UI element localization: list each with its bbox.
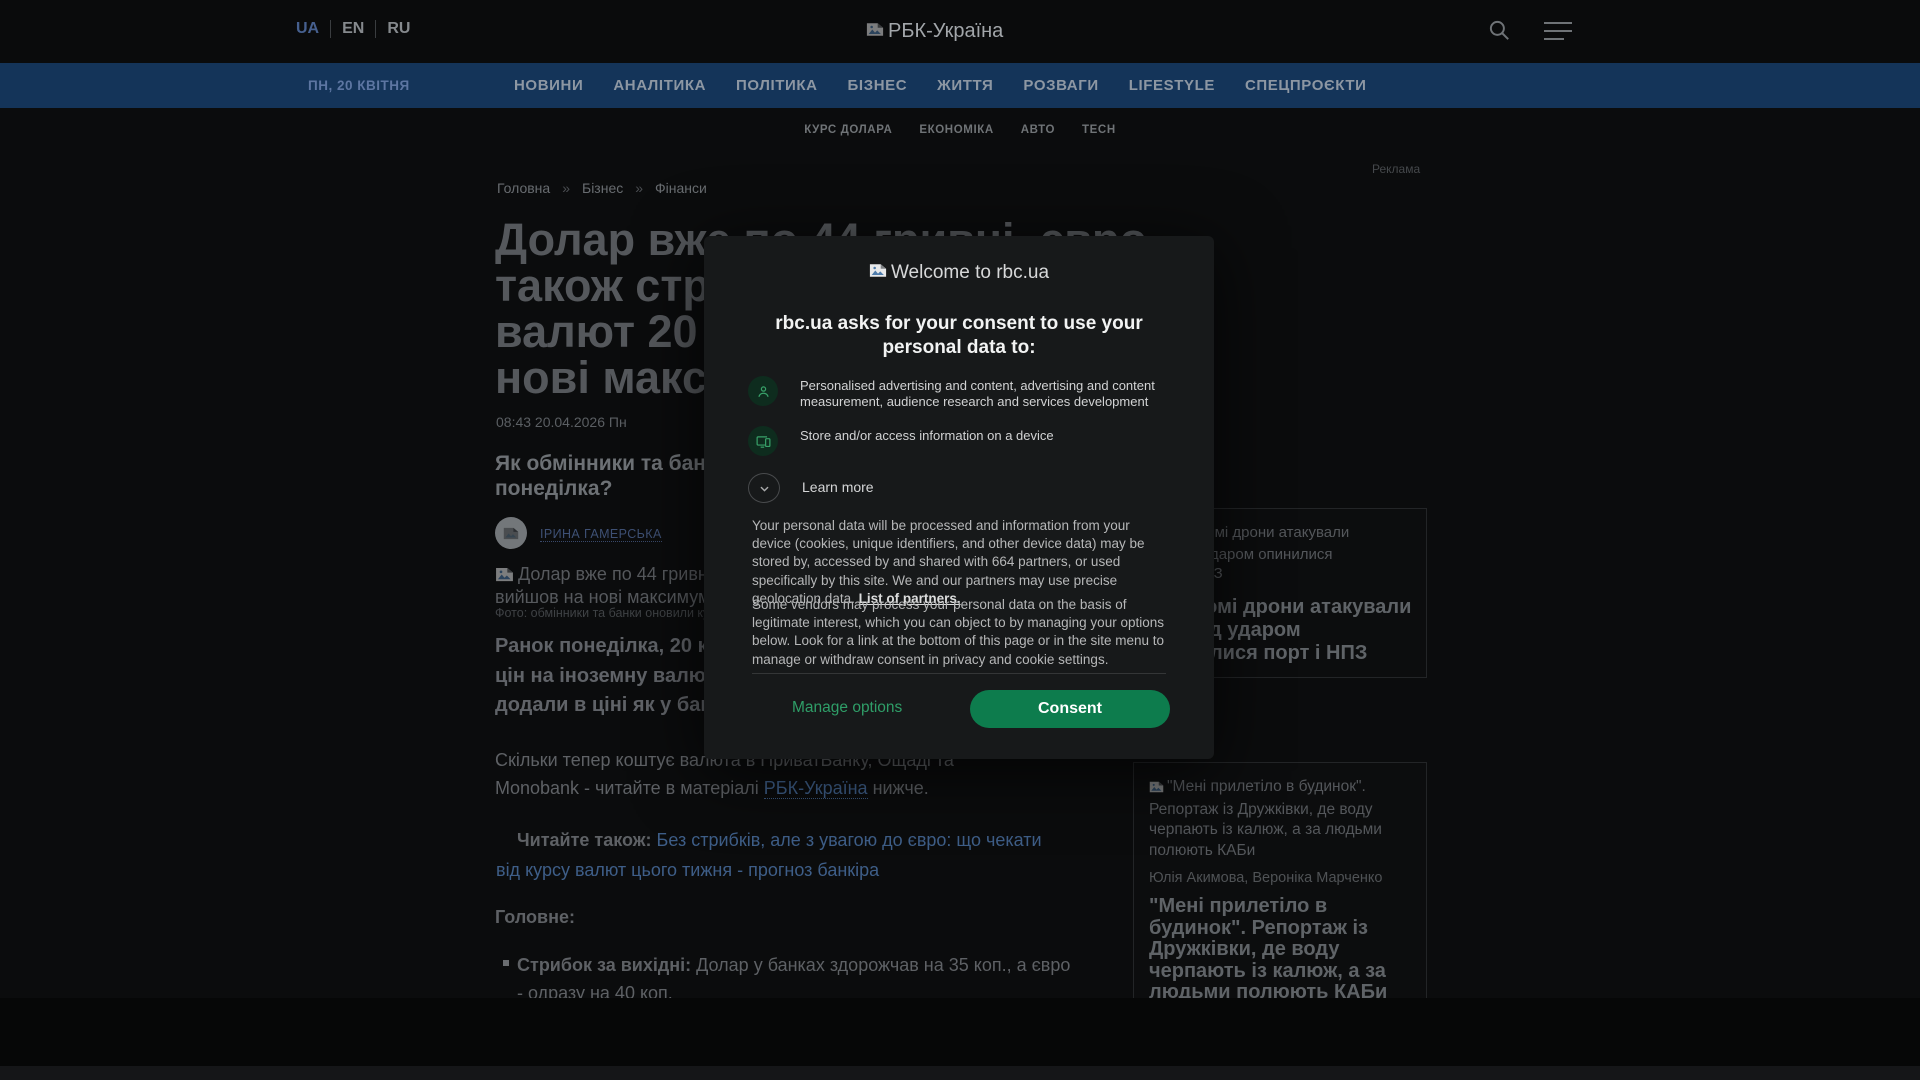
rbc-ukraine-link[interactable]: РБК-Україна — [763, 778, 868, 799]
breadcrumb-finansy[interactable]: Фінанси — [655, 180, 707, 196]
consent-heading: rbc.ua asks for your consent to use your… — [775, 313, 1143, 358]
author-avatar — [495, 517, 527, 549]
purpose-text: Personalised advertising and content, ad… — [800, 378, 1155, 409]
consent-button[interactable]: Consent — [970, 690, 1170, 728]
nav-items: НОВИНИ АНАЛІТИКА ПОЛІТИКА БІЗНЕС ЖИТТЯ Р… — [514, 63, 1367, 108]
top-header: UA EN RU РБК-Україна — [0, 0, 1920, 63]
card-title[interactable]: "Мені прилетіло в будинок". Репортаж із … — [1149, 895, 1411, 1004]
bullet-marker — [503, 960, 509, 966]
learn-more-link[interactable]: Learn more — [802, 473, 874, 495]
nav-item-rozvahy[interactable]: РОЗВАГИ — [1023, 77, 1098, 94]
read-also-line: від курсу валют цього тижня - прогноз ба… — [496, 857, 879, 885]
breadcrumb-home[interactable]: Головна — [497, 180, 550, 196]
breadcrumb-separator: » — [635, 180, 644, 196]
subnav-tech[interactable]: TECH — [1082, 124, 1116, 136]
lang-en[interactable]: EN — [331, 20, 375, 38]
devices-icon — [748, 426, 778, 456]
search-icon[interactable] — [1486, 17, 1512, 43]
breadcrumb-separator: » — [562, 180, 570, 196]
main-navigation: ПН, 20 КВІТНЯ НОВИНИ АНАЛІТИКА ПОЛІТИКА … — [0, 63, 1920, 108]
subnav-avto[interactable]: АВТО — [1021, 124, 1055, 136]
purpose-text: Store and/or access information on a dev… — [800, 428, 1054, 443]
consent-welcome: Welcome to rbc.ua — [704, 262, 1214, 284]
broken-image-icon — [869, 262, 887, 284]
nav-item-polityka[interactable]: ПОЛІТИКА — [736, 77, 818, 94]
breadcrumb-biznes[interactable]: Бізнес — [582, 180, 623, 196]
lang-ua[interactable]: UA — [296, 20, 330, 38]
nav-item-lifestyle[interactable]: LIFESTYLE — [1129, 77, 1215, 94]
read-also-label: Читайте також: — [517, 830, 652, 850]
card-image-placeholder: "Мені прилетіло в будинок". Репортаж із … — [1149, 777, 1411, 861]
divider — [752, 673, 1166, 674]
bullet-bold: Стрибок за вихідні: — [517, 955, 692, 975]
nav-item-analityka[interactable]: АНАЛІТИКА — [613, 77, 706, 94]
purpose-item: Personalised advertising and content, ad… — [748, 376, 1174, 409]
consent-dialog: Welcome to rbc.ua rbc.ua asks for your c… — [704, 236, 1214, 759]
menu-icon[interactable] — [1544, 22, 1572, 40]
card-authors: Юлія Акимова, Вероніка Марченко — [1149, 870, 1383, 886]
consent-paragraph-2: Some vendors may process your personal d… — [752, 597, 1164, 667]
purpose-item: Store and/or access information on a dev… — [748, 426, 1174, 456]
paragraph-text: Monobank - читайте в матеріалі — [495, 778, 764, 798]
article-timestamp: 08:43 20.04.2026 Пн — [496, 414, 627, 430]
subnav-ekonomika[interactable]: ЕКОНОМІКА — [919, 124, 993, 136]
broken-image-icon — [495, 566, 514, 587]
read-also-link[interactable]: від курсу валют цього тижня - прогноз ба… — [496, 860, 879, 880]
nav-item-biznes[interactable]: БІЗНЕС — [848, 77, 908, 94]
subnav-kurs-dolara[interactable]: КУРС ДОЛАРА — [804, 124, 892, 136]
consent-purposes: Personalised advertising and content, ad… — [748, 376, 1174, 520]
consent-paragraph-1: Your personal data will be processed and… — [752, 517, 1168, 608]
breadcrumb: Головна » Бізнес » Фінанси — [497, 180, 707, 196]
learn-more-row: Learn more — [748, 473, 1174, 503]
site-logo[interactable]: РБК-Україна — [866, 20, 1003, 43]
sub-navigation: КУРС ДОЛАРА ЕКОНОМІКА АВТО TECH — [0, 108, 1920, 152]
nav-item-novyny[interactable]: НОВИНИ — [514, 77, 583, 94]
author-link[interactable]: ІРИНА ГАМЕРСЬКА — [540, 527, 662, 542]
manage-options-button[interactable]: Manage options — [792, 699, 902, 717]
main-points-label: Головне: — [495, 907, 575, 927]
nav-item-zhyttia[interactable]: ЖИТТЯ — [937, 77, 993, 94]
card-image-alt: "Мені прилетіло в будинок". Репортаж із … — [1149, 778, 1382, 859]
broken-image-icon — [866, 20, 884, 43]
footer-strip — [0, 1066, 1920, 1080]
read-also-link[interactable]: Без стрибків, але з увагою до євро: що ч… — [652, 830, 1042, 850]
nav-item-spetsproekty[interactable]: СПЕЦПРОЄКТИ — [1245, 77, 1367, 94]
person-icon — [748, 376, 778, 406]
consent-welcome-text: Welcome to rbc.ua — [890, 262, 1050, 283]
article-paragraph-line: Monobank - читайте в матеріалі РБК-Украї… — [495, 775, 929, 803]
rbc-ua-page: UA EN RU РБК-Україна ПН, 20 КВІТНЯ НОВИН… — [0, 0, 1920, 1080]
read-also-line: Читайте також: Без стрибків, але з уваго… — [517, 827, 1042, 855]
language-switcher: UA EN RU — [296, 20, 421, 38]
paragraph-text: нижче. — [867, 778, 929, 798]
lang-ru[interactable]: RU — [376, 20, 421, 38]
broken-image-icon — [1149, 779, 1164, 800]
chevron-down-icon[interactable] — [748, 473, 780, 503]
footer-band — [0, 998, 1920, 1066]
logo-alt-text: РБК-Україна — [888, 20, 1004, 42]
ad-label: Реклама — [1372, 162, 1421, 176]
nav-date: ПН, 20 КВІТНЯ — [308, 78, 410, 93]
